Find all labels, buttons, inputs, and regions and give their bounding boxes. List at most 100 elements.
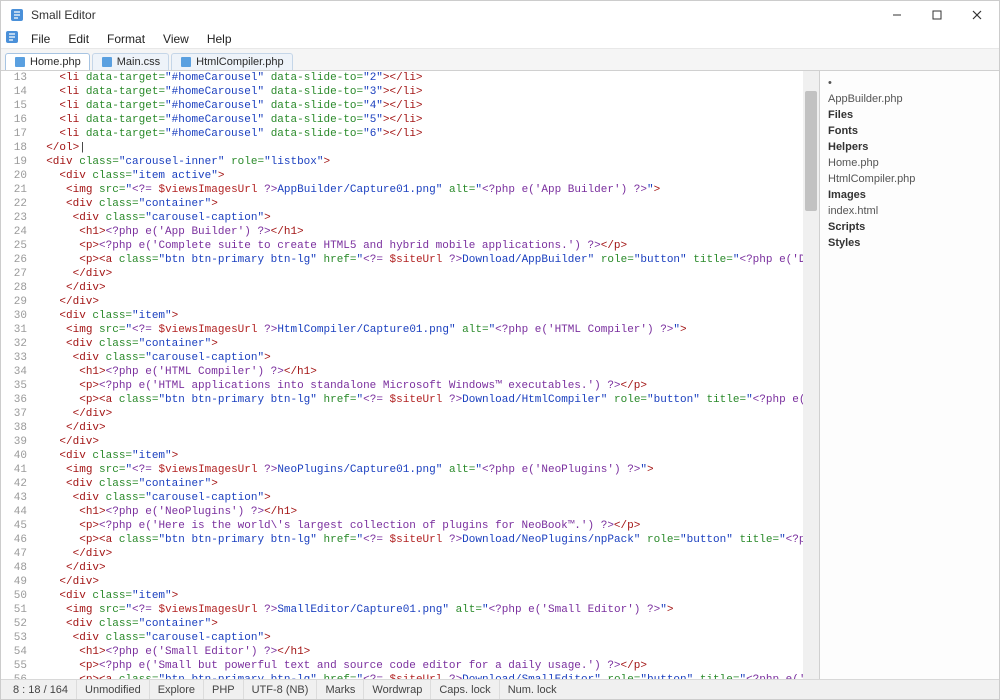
side-item-htmlcompiler-php[interactable]: HtmlCompiler.php <box>826 171 993 187</box>
code-line[interactable]: <p><a class="btn btn-primary btn-lg" hre… <box>33 253 799 267</box>
code-line[interactable]: </div> <box>33 561 799 575</box>
line-number: 37 <box>1 407 27 421</box>
status-marks[interactable]: Marks <box>317 680 364 699</box>
status-encoding[interactable]: UTF-8 (NB) <box>244 680 318 699</box>
side-item-appbuilder-php[interactable]: AppBuilder.php <box>826 91 993 107</box>
code-line[interactable]: <h1><?php e('Small Editor') ?></h1> <box>33 645 799 659</box>
code-line[interactable]: <p><a class="btn btn-primary btn-lg" hre… <box>33 533 799 547</box>
code-line[interactable]: </div> <box>33 267 799 281</box>
scroll-thumb[interactable] <box>805 91 817 211</box>
status-modified[interactable]: Unmodified <box>77 680 150 699</box>
tab-htmlcompiler-php[interactable]: HtmlCompiler.php <box>171 53 292 70</box>
side-item-files[interactable]: Files <box>826 107 993 123</box>
line-number: 22 <box>1 197 27 211</box>
menu-help[interactable]: Help <box>199 30 240 48</box>
code-line[interactable]: <div class="item"> <box>33 449 799 463</box>
code-line[interactable]: <p><?php e('HTML applications into stand… <box>33 379 799 393</box>
code-line[interactable]: </div> <box>33 575 799 589</box>
code-line[interactable]: <p><a class="btn btn-primary btn-lg" hre… <box>33 393 799 407</box>
code-line[interactable]: </div> <box>33 295 799 309</box>
line-number: 47 <box>1 547 27 561</box>
line-number: 53 <box>1 631 27 645</box>
code-line[interactable]: </div> <box>33 281 799 295</box>
status-language[interactable]: PHP <box>204 680 244 699</box>
code-line[interactable]: <h1><?php e('HTML Compiler') ?></h1> <box>33 365 799 379</box>
code-line[interactable]: <li data-target="#homeCarousel" data-sli… <box>33 99 799 113</box>
side-item-images[interactable]: Images <box>826 187 993 203</box>
side-item-styles[interactable]: Styles <box>826 235 993 251</box>
code-line[interactable]: <h1><?php e('NeoPlugins') ?></h1> <box>33 505 799 519</box>
line-number: 50 <box>1 589 27 603</box>
menu-edit[interactable]: Edit <box>60 30 97 48</box>
tab-label: Main.css <box>117 56 160 68</box>
code-line[interactable]: <h1><?php e('App Builder') ?></h1> <box>33 225 799 239</box>
code-line[interactable]: </div> <box>33 421 799 435</box>
code-line[interactable]: <img src="<?= $viewsImagesUrl ?>HtmlComp… <box>33 323 799 337</box>
code-line[interactable]: <div class="item"> <box>33 589 799 603</box>
line-number: 34 <box>1 365 27 379</box>
app-window: Small Editor File Edit Format View Help … <box>0 0 1000 700</box>
code-line[interactable]: </div> <box>33 407 799 421</box>
status-capslock[interactable]: Caps. lock <box>431 680 499 699</box>
code-line[interactable]: <div class="item"> <box>33 309 799 323</box>
line-number: 51 <box>1 603 27 617</box>
side-item--[interactable]: • <box>826 75 993 91</box>
line-number: 14 <box>1 85 27 99</box>
side-item-home-php[interactable]: Home.php <box>826 155 993 171</box>
line-number: 27 <box>1 267 27 281</box>
status-numlock[interactable]: Num. lock <box>500 680 565 699</box>
code-line[interactable]: </div> <box>33 435 799 449</box>
code-line[interactable]: <p><?php e('Complete suite to create HTM… <box>33 239 799 253</box>
code-line[interactable]: <div class="container"> <box>33 197 799 211</box>
maximize-button[interactable] <box>917 1 957 29</box>
menu-file[interactable]: File <box>23 30 58 48</box>
minimize-button[interactable] <box>877 1 917 29</box>
code-line[interactable]: <li data-target="#homeCarousel" data-sli… <box>33 85 799 99</box>
vertical-scrollbar[interactable] <box>803 71 819 679</box>
tab-home-php[interactable]: Home.php <box>5 53 90 70</box>
side-item-fonts[interactable]: Fonts <box>826 123 993 139</box>
code-line[interactable]: </div> <box>33 547 799 561</box>
line-number: 21 <box>1 183 27 197</box>
code-line[interactable]: <div class="container"> <box>33 617 799 631</box>
close-button[interactable] <box>957 1 997 29</box>
code-line[interactable]: <div class="carousel-caption"> <box>33 351 799 365</box>
status-position[interactable]: 8 : 18 / 164 <box>5 680 77 699</box>
tab-main-css[interactable]: Main.css <box>92 53 169 70</box>
status-explore[interactable]: Explore <box>150 680 204 699</box>
tab-label: HtmlCompiler.php <box>196 56 283 68</box>
line-gutter: 1314151617181920212223242526272829303132… <box>1 71 33 679</box>
code-line[interactable]: <div class="carousel-caption"> <box>33 631 799 645</box>
menu-format[interactable]: Format <box>99 30 153 48</box>
line-number: 56 <box>1 673 27 679</box>
code-line[interactable]: <div class="container"> <box>33 477 799 491</box>
side-item-helpers[interactable]: Helpers <box>826 139 993 155</box>
code-line[interactable]: <div class="carousel-caption"> <box>33 491 799 505</box>
status-wordwrap[interactable]: Wordwrap <box>364 680 431 699</box>
line-number: 24 <box>1 225 27 239</box>
code-line[interactable]: <div class="carousel-caption"> <box>33 211 799 225</box>
side-item-scripts[interactable]: Scripts <box>826 219 993 235</box>
code-line[interactable]: <img src="<?= $viewsImagesUrl ?>SmallEdi… <box>33 603 799 617</box>
side-item-index-html[interactable]: index.html <box>826 203 993 219</box>
line-number: 43 <box>1 491 27 505</box>
app-icon <box>9 7 25 23</box>
code-area[interactable]: <li data-target="#homeCarousel" data-sli… <box>33 71 803 679</box>
line-number: 32 <box>1 337 27 351</box>
line-number: 26 <box>1 253 27 267</box>
menu-view[interactable]: View <box>155 30 197 48</box>
line-number: 31 <box>1 323 27 337</box>
code-line[interactable]: <p><?php e('Here is the world\'s largest… <box>33 519 799 533</box>
code-line[interactable]: <div class="container"> <box>33 337 799 351</box>
code-line[interactable]: <li data-target="#homeCarousel" data-sli… <box>33 113 799 127</box>
code-line[interactable]: <p><a class="btn btn-primary btn-lg" hre… <box>33 673 799 679</box>
code-line[interactable]: <div class="item active"> <box>33 169 799 183</box>
code-line[interactable]: <img src="<?= $viewsImagesUrl ?>AppBuild… <box>33 183 799 197</box>
code-line[interactable]: <p><?php e('Small but powerful text and … <box>33 659 799 673</box>
code-line[interactable]: <li data-target="#homeCarousel" data-sli… <box>33 127 799 141</box>
code-line[interactable]: <div class="carousel-inner" role="listbo… <box>33 155 799 169</box>
code-line[interactable]: <li data-target="#homeCarousel" data-sli… <box>33 71 799 85</box>
code-line[interactable]: </ol>| <box>33 141 799 155</box>
line-number: 48 <box>1 561 27 575</box>
code-line[interactable]: <img src="<?= $viewsImagesUrl ?>NeoPlugi… <box>33 463 799 477</box>
